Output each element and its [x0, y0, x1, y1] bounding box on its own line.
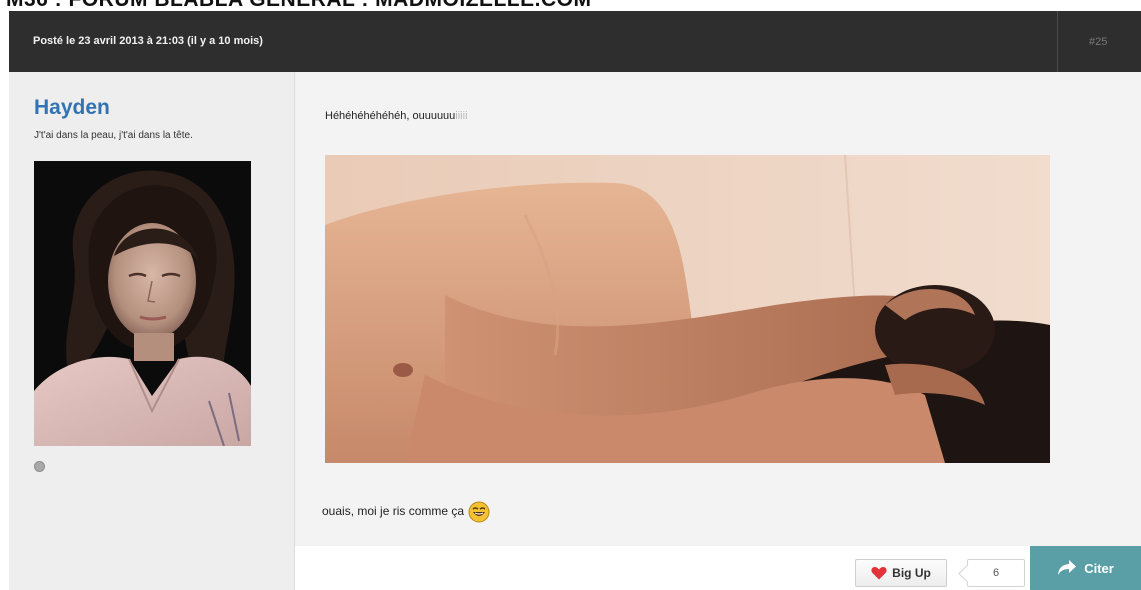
- post-date: Posté le 23 avril 2013 à 21:03 (il y a 1…: [33, 35, 263, 47]
- offline-status-icon: [34, 461, 45, 472]
- header-divider: [1057, 11, 1058, 72]
- page: M36 : FORUM BLABLA GÉNÉRAL : MADMOIZELLE…: [0, 0, 1141, 590]
- post-footer: Big Up 6 Citer: [295, 546, 1141, 590]
- heart-icon: [871, 566, 887, 580]
- message-line-2: ouais, moi je ris comme ça: [322, 501, 490, 523]
- author-tagline: J't'ai dans la peau, j't'ai dans la tête…: [34, 130, 193, 141]
- bigup-label: Big Up: [892, 566, 931, 580]
- author-name-link[interactable]: Hayden: [34, 96, 110, 120]
- share-arrow-icon: [1057, 559, 1077, 577]
- message-text-main: Héhéhéhéhéhéh, ouuuuuu: [325, 110, 456, 122]
- bigup-count: 6: [967, 559, 1025, 587]
- forum-post: Posté le 23 avril 2013 à 21:03 (il y a 1…: [9, 11, 1141, 590]
- avatar-image: [34, 161, 251, 446]
- bigup-button[interactable]: Big Up: [855, 559, 947, 587]
- message-line-1: Héhéhéhéhéhéh, ouuuuuuiiiii: [325, 110, 468, 122]
- post-image[interactable]: [325, 155, 1050, 463]
- laughing-smiley-icon: [468, 501, 490, 523]
- embedded-photo: [325, 155, 1050, 463]
- avatar[interactable]: [34, 161, 251, 446]
- quote-button[interactable]: Citer: [1030, 546, 1141, 590]
- post-content: Héhéhéhéhéhéh, ouuuuuuiiiii ouais, moi j…: [295, 72, 1141, 590]
- message-text-2: ouais, moi je ris comme ça: [322, 504, 465, 519]
- message-text-faded: iiiii: [455, 110, 468, 122]
- post-number-link[interactable]: #25: [1089, 36, 1107, 48]
- author-panel: Hayden J't'ai dans la peau, j't'ai dans …: [9, 72, 295, 590]
- quote-label: Citer: [1084, 560, 1114, 576]
- post-header: Posté le 23 avril 2013 à 21:03 (il y a 1…: [9, 11, 1141, 72]
